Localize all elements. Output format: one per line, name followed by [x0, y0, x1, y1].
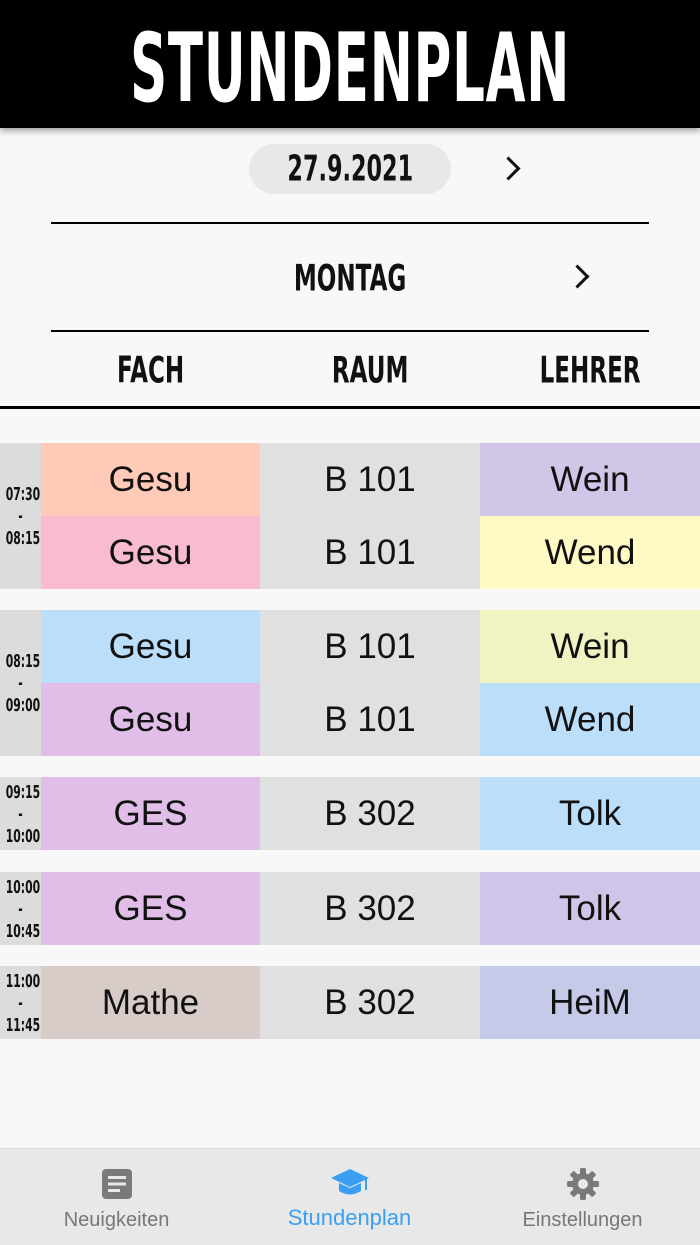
period-time-end: 08:15 [5, 527, 41, 549]
teacher-cell[interactable]: Tolk [480, 777, 700, 850]
next-day-chevron-icon[interactable] [565, 264, 590, 289]
subject-cell[interactable]: Mathe [41, 966, 260, 1039]
subject-cell[interactable]: Gesu [41, 443, 260, 516]
column-header-room: RAUM [260, 348, 480, 392]
column-header-subject: FACH [41, 348, 261, 392]
period-time: 10:00-10:45 [0, 872, 41, 945]
app-header: STUNDENPLAN [0, 0, 700, 128]
period-time-end: 09:00 [5, 694, 41, 716]
teacher-cell[interactable]: HeiM [480, 966, 700, 1039]
day-label: MONTAG [293, 256, 407, 300]
teacher-cell[interactable]: Wend [480, 516, 700, 589]
graduation-cap-icon [330, 1167, 370, 1201]
subject-cell[interactable]: Gesu [41, 610, 260, 683]
tab-einstellungen[interactable]: Einstellungen [466, 1149, 699, 1245]
teacher-cell[interactable]: Wend [480, 683, 700, 756]
tab-stundenplan-label: Stundenplan [287, 1205, 412, 1230]
tab-bar: Neuigkeiten Stundenplan Einstellungen [0, 1148, 700, 1245]
divider-middle [51, 330, 649, 332]
period-time: 09:15-10:00 [0, 777, 41, 850]
subject-cell[interactable]: GES [41, 777, 260, 850]
period-time: 08:15-09:00 [0, 610, 41, 756]
tab-stundenplan[interactable]: Stundenplan [233, 1149, 466, 1245]
room-cell[interactable]: B 302 [260, 966, 480, 1039]
teacher-cell[interactable]: Tolk [480, 872, 700, 945]
column-header-room-label: RAUM [331, 348, 409, 392]
period-time-end: 10:45 [5, 919, 41, 942]
subject-cell[interactable]: Gesu [41, 683, 260, 756]
column-header-teacher-label: LEHRER [539, 348, 641, 392]
gear-icon [566, 1167, 600, 1201]
date-selector[interactable]: 27.9.2021 [249, 144, 451, 194]
period-time-end: 10:00 [5, 824, 41, 847]
room-cell[interactable]: B 302 [260, 777, 480, 850]
teacher-cell[interactable]: Wein [480, 610, 700, 683]
room-cell[interactable]: B 101 [260, 610, 480, 683]
tab-einstellungen-label: Einstellungen [522, 1209, 643, 1231]
news-icon [101, 1167, 133, 1201]
day-selector: MONTAG [200, 255, 500, 301]
divider-header [0, 406, 700, 409]
subject-cell[interactable]: Gesu [41, 516, 260, 589]
app-title: STUNDENPLAN [129, 12, 571, 124]
period-time-end: 11:45 [5, 1013, 41, 1036]
tab-neuigkeiten[interactable]: Neuigkeiten [0, 1149, 233, 1245]
room-cell[interactable]: B 101 [260, 516, 480, 589]
date-label: 27.9.2021 [287, 148, 413, 190]
room-cell[interactable]: B 101 [260, 683, 480, 756]
period-time: 11:00-11:45 [0, 966, 41, 1039]
room-cell[interactable]: B 101 [260, 443, 480, 516]
teacher-cell[interactable]: Wein [480, 443, 700, 516]
subject-cell[interactable]: GES [41, 872, 260, 945]
column-header-subject-label: FACH [117, 348, 185, 392]
period-time: 07:30-08:15 [0, 443, 41, 589]
tab-neuigkeiten-label: Neuigkeiten [63, 1209, 170, 1231]
next-date-chevron-icon[interactable] [496, 156, 521, 181]
column-header-teacher: LEHRER [480, 348, 700, 392]
room-cell[interactable]: B 302 [260, 872, 480, 945]
divider-top [51, 222, 649, 224]
